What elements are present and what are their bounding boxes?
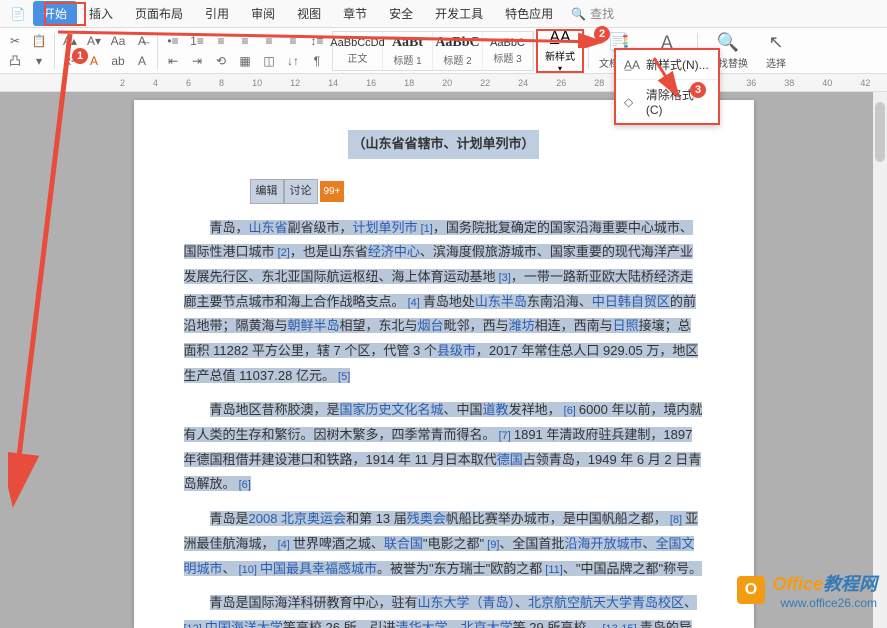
menu-insert[interactable]: 插入 <box>79 1 123 26</box>
controls-row: 编辑 讨论 99+ <box>250 179 345 204</box>
font-dialog-icon[interactable]: A <box>133 52 151 70</box>
style-normal[interactable]: AaBbCcDd 正文 <box>333 32 383 70</box>
discuss-button[interactable]: 讨论 <box>284 179 318 204</box>
menu-page-layout[interactable]: 页面布局 <box>125 1 193 26</box>
cursor-icon: ↖ <box>768 32 783 53</box>
indent-decrease-icon[interactable]: ⇤ <box>164 52 182 70</box>
new-document-icon[interactable]: 📄 <box>8 4 28 24</box>
menubar: 📄 开始 插入 页面布局 引用 审阅 视图 章节 安全 开发工具 特色应用 🔍 … <box>0 0 887 28</box>
style-heading3[interactable]: AaBbC 标题 3 <box>483 32 533 70</box>
show-marks-icon[interactable]: ¶ <box>308 52 326 70</box>
edit-button[interactable]: 编辑 <box>250 179 284 204</box>
annotation-badge-2: 2 <box>594 26 610 42</box>
ruler[interactable]: 2468101214161820222426283032343638404244… <box>0 74 887 92</box>
indent-increase-icon[interactable]: ⇥ <box>188 52 206 70</box>
font-grow-icon[interactable]: A▴ <box>61 32 79 50</box>
menu-review[interactable]: 审阅 <box>241 1 285 26</box>
select-button[interactable]: ↖ 选择 <box>752 31 800 71</box>
line-spacing-icon[interactable]: ↕≡ <box>308 32 326 50</box>
menu-view[interactable]: 视图 <box>287 1 331 26</box>
paragraph-group: •≡ 1≡ ≡ ≡ ≡ ≡ ↕≡ ⇤ ⇥ ⟲ ▦ ◫ ↓↑ ¶ <box>164 32 326 70</box>
watermark: O Office教程网 www.office26.com <box>737 570 877 610</box>
styles-gallery[interactable]: AaBbCcDd 正文 AaBt 标题 1 AaBbC 标题 2 AaBbC 标… <box>332 31 534 71</box>
paste-icon[interactable]: ▾ <box>30 52 48 70</box>
document-title: （山东省省辖市、计划单列市） <box>184 130 704 159</box>
toolbar: ✂ 📋 凸 ▾ A▴ A▾ Aa A̶ ꭗ² A ab A •≡ 1≡ ≡ ≡ … <box>0 28 887 74</box>
shading-icon[interactable]: ◫ <box>260 52 278 70</box>
menu-security[interactable]: 安全 <box>379 1 423 26</box>
clipboard-group: ✂ 📋 凸 ▾ <box>6 32 48 70</box>
menu-sections[interactable]: 章节 <box>333 1 377 26</box>
menu-references[interactable]: 引用 <box>195 1 239 26</box>
annotation-badge-3: 3 <box>690 82 706 98</box>
align-justify-icon[interactable]: ≡ <box>284 32 302 50</box>
align-center-icon[interactable]: ≡ <box>236 32 254 50</box>
change-case-icon[interactable]: Aa <box>109 32 127 50</box>
highlight-icon[interactable]: ab <box>109 52 127 70</box>
menu-start[interactable]: 开始 <box>33 1 77 26</box>
format-painter-icon[interactable]: 凸 <box>6 52 24 70</box>
search-box[interactable]: 🔍 查找 <box>571 5 614 22</box>
chevron-down-icon: ▾ <box>558 64 562 73</box>
dropdown-new-style[interactable]: A̲A 新样式(N)... <box>616 50 718 80</box>
paragraph-3[interactable]: 青岛是2008 北京奥运会和第 13 届残奥会帆船比赛举办城市，是中国帆船之都，… <box>184 507 704 581</box>
search-icon: 🔍 <box>717 32 739 53</box>
text-direction-icon[interactable]: ⟲ <box>212 52 230 70</box>
scrollbar-thumb[interactable] <box>875 102 885 162</box>
sort-icon[interactable]: ↓↑ <box>284 52 302 70</box>
paragraph-1[interactable]: 青岛，山东省副省级市，计划单列市 [1]，国务院批复确定的国家沿海重要中心城市、… <box>184 216 704 389</box>
align-right-icon[interactable]: ≡ <box>260 32 278 50</box>
style-heading1[interactable]: AaBt 标题 1 <box>383 32 433 70</box>
align-left-icon[interactable]: ≡ <box>212 32 230 50</box>
numbering-icon[interactable]: 1≡ <box>188 32 206 50</box>
watermark-logo: O <box>737 576 765 604</box>
menu-dev-tools[interactable]: 开发工具 <box>425 1 493 26</box>
bullets-icon[interactable]: •≡ <box>164 32 182 50</box>
page[interactable]: （山东省省辖市、计划单列市） 编辑 讨论 99+ 青岛，山东省副省级市，计划单列… <box>134 100 754 628</box>
paragraph-4[interactable]: 青岛是国际海洋科研教育中心，驻有山东大学（青岛）、北京航空航天大学青岛校区、 [… <box>184 591 704 628</box>
vertical-scrollbar[interactable] <box>873 92 887 628</box>
clear-format-icon[interactable]: A̶ <box>133 32 151 50</box>
annotation-badge-1: 1 <box>72 48 88 64</box>
search-placeholder: 查找 <box>590 5 614 22</box>
style-heading2[interactable]: AaBbC 标题 2 <box>433 32 483 70</box>
new-style-small-icon: A̲A <box>624 58 640 72</box>
menu-special-apps[interactable]: 特色应用 <box>495 1 563 26</box>
paragraph-2[interactable]: 青岛地区昔称胶澳，是国家历史文化名城、中国道教发祥地， [6] 6000 年以前… <box>184 398 704 497</box>
eraser-icon: ◇ <box>624 95 640 109</box>
search-icon: 🔍 <box>571 7 586 21</box>
new-style-button[interactable]: A̲A 新样式 ▾ <box>538 31 582 71</box>
border-icon[interactable]: ▦ <box>236 52 254 70</box>
count-badge: 99+ <box>320 181 345 202</box>
font-shrink-icon[interactable]: A▾ <box>85 32 103 50</box>
document-area[interactable]: （山东省省辖市、计划单列市） 编辑 讨论 99+ 青岛，山东省副省级市，计划单列… <box>0 92 887 628</box>
new-style-icon: A̲A <box>549 29 570 47</box>
watermark-url: www.office26.com <box>772 596 877 610</box>
cut-icon[interactable]: ✂ <box>6 32 24 50</box>
copy-icon[interactable]: 📋 <box>30 32 48 50</box>
